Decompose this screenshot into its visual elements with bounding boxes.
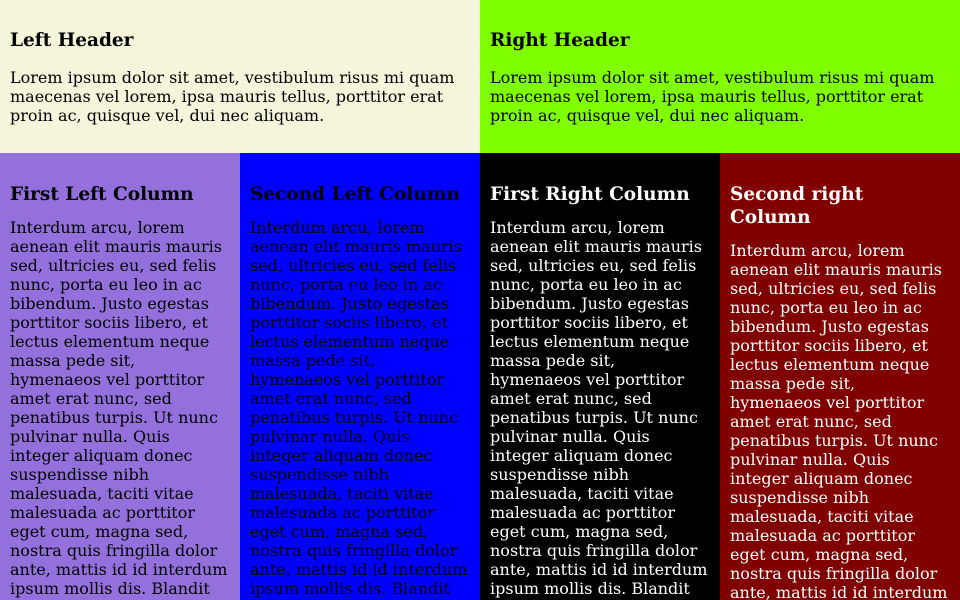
columns-row: First Left Column Interdum arcu, lorem a… bbox=[0, 153, 960, 600]
header-row: Left Header Lorem ipsum dolor sit amet, … bbox=[0, 0, 960, 153]
first-right-column: First Right Column Interdum arcu, lorem … bbox=[480, 153, 720, 600]
first-right-column-text: Interdum arcu, lorem aenean elit mauris … bbox=[490, 218, 708, 598]
second-right-column-title: Second right Column bbox=[730, 184, 864, 228]
second-left-column: Second Left Column Interdum arcu, lorem … bbox=[240, 153, 480, 600]
first-left-column: First Left Column Interdum arcu, lorem a… bbox=[0, 153, 240, 600]
second-right-column: Second right Column Interdum arcu, lorem… bbox=[720, 153, 960, 600]
second-right-column-text: Interdum arcu, lorem aenean elit mauris … bbox=[730, 241, 948, 600]
left-header-title: Left Header bbox=[10, 30, 134, 51]
first-right-column-title: First Right Column bbox=[490, 184, 690, 205]
left-header-panel: Left Header Lorem ipsum dolor sit amet, … bbox=[0, 0, 480, 153]
right-header-text: Lorem ipsum dolor sit amet, vestibulum r… bbox=[490, 68, 935, 125]
first-left-column-title: First Left Column bbox=[10, 184, 194, 205]
second-left-column-title: Second Left Column bbox=[250, 184, 460, 205]
right-header-panel: Right Header Lorem ipsum dolor sit amet,… bbox=[480, 0, 960, 153]
left-header-text: Lorem ipsum dolor sit amet, vestibulum r… bbox=[10, 68, 455, 125]
first-left-column-text: Interdum arcu, lorem aenean elit mauris … bbox=[10, 218, 228, 598]
second-left-column-text: Interdum arcu, lorem aenean elit mauris … bbox=[250, 218, 468, 598]
right-header-title: Right Header bbox=[490, 30, 630, 51]
